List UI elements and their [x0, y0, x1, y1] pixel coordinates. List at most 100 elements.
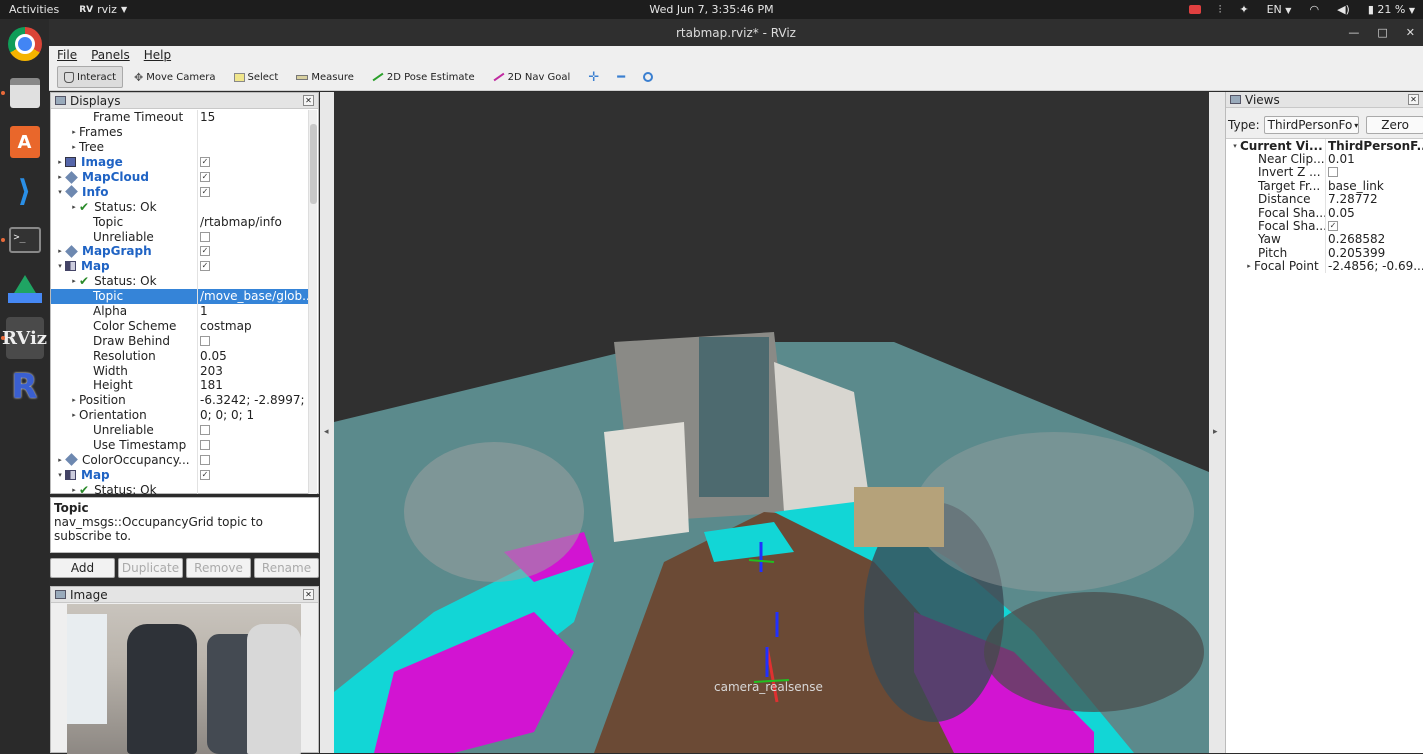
expanded-arrow-icon[interactable]: ▾	[1230, 142, 1240, 150]
view-property-value[interactable]: 7.28772	[1325, 192, 1423, 206]
display-row-value[interactable]: ✓	[197, 169, 309, 185]
view-property-value[interactable]: 0.268582	[1325, 232, 1423, 247]
collapsed-arrow-icon[interactable]: ▸	[55, 456, 65, 464]
display-row[interactable]: Topic/move_base/glob...	[51, 288, 309, 304]
display-row[interactable]: ▸ ColorOccupancy...	[51, 452, 309, 468]
views-tree[interactable]: ▾ Current Vi... ThirdPersonF... Near Clip..…	[1226, 138, 1423, 753]
select-tool[interactable]: Select	[227, 66, 286, 88]
display-row-value[interactable]: ✓	[197, 258, 309, 274]
display-row[interactable]: ▸ Frames	[51, 124, 309, 140]
app-menu[interactable]: RV rviz ▼	[79, 3, 127, 16]
view-property-value[interactable]: base_link	[1325, 179, 1423, 193]
display-row[interactable]: ▸ Orientation 0; 0; 0; 1	[51, 407, 309, 423]
collapsed-arrow-icon[interactable]: ▸	[55, 247, 65, 255]
dock-google-drive[interactable]	[6, 268, 44, 310]
display-row-value[interactable]	[197, 124, 309, 140]
display-row-value[interactable]	[197, 229, 309, 245]
display-row[interactable]: ▸ MapCloud ✓	[51, 169, 309, 185]
collapsed-arrow-icon[interactable]: ▸	[1244, 262, 1254, 270]
display-row[interactable]: ▸ ✔ Status: Ok	[51, 199, 309, 215]
view-property-row[interactable]: Target Fr... base_link	[1226, 179, 1423, 193]
collapsed-arrow-icon[interactable]: ▸	[69, 128, 79, 136]
collapsed-arrow-icon[interactable]: ▸	[69, 143, 79, 151]
dock-r-app[interactable]: R	[6, 366, 44, 408]
screen-record-icon[interactable]	[1188, 5, 1201, 14]
display-row[interactable]: Unreliable	[51, 229, 309, 245]
view-property-row[interactable]: Near Clip... 0.01	[1226, 152, 1423, 166]
enabled-checkbox[interactable]: ✓	[200, 469, 210, 480]
view-property-value[interactable]	[1325, 165, 1423, 180]
display-row[interactable]: ▾ Map ✓	[51, 467, 309, 483]
display-row-value[interactable]	[197, 422, 309, 438]
view-property-row[interactable]: ▾ Current Vi... ThirdPersonF...	[1226, 139, 1423, 153]
display-row[interactable]: Topic/rtabmap/info	[51, 214, 309, 230]
view-property-value[interactable]: ✓	[1325, 219, 1423, 233]
display-row-value[interactable]: ✓	[197, 244, 309, 259]
maximize-icon[interactable]: □	[1377, 26, 1387, 39]
display-row-value[interactable]: 0.05	[197, 348, 309, 364]
right-panel-splitter[interactable]	[1209, 92, 1225, 753]
expanded-arrow-icon[interactable]: ▾	[55, 188, 65, 196]
measure-tool[interactable]: Measure	[289, 66, 361, 88]
display-row-value[interactable]	[197, 452, 309, 468]
display-row-value[interactable]: ✓	[197, 467, 309, 483]
window-title-bar[interactable]: rtabmap.rviz* - RViz — □ ✕	[49, 19, 1423, 46]
display-row-value[interactable]: 203	[197, 363, 309, 379]
display-row-value[interactable]: costmap	[197, 318, 309, 334]
enabled-checkbox[interactable]: ✓	[200, 261, 210, 272]
collapsed-arrow-icon[interactable]: ▸	[69, 277, 79, 285]
view-type-select[interactable]: ThirdPersonFo ▾	[1263, 116, 1360, 134]
views-panel-header[interactable]: Views ✕	[1226, 92, 1423, 108]
display-row[interactable]: Draw Behind	[51, 333, 309, 349]
enabled-checkbox[interactable]: ✓	[200, 246, 210, 257]
battery-indicator[interactable]: ▮ 21 % ▼	[1368, 3, 1415, 16]
display-row[interactable]: ▸ MapGraph ✓	[51, 244, 309, 259]
view-property-row[interactable]: ▸ Focal Point -2.4856; -0.69...	[1226, 259, 1423, 273]
display-row-value[interactable]: 1	[197, 303, 309, 319]
menu-panels[interactable]: Panels	[91, 48, 130, 62]
display-row-value[interactable]	[197, 437, 309, 453]
system-tray[interactable]: ⫶ ✦ EN ▼ ◠ ◀) ▮ 21 % ▼	[1188, 3, 1415, 17]
expanded-arrow-icon[interactable]: ▾	[55, 471, 65, 479]
collapsed-arrow-icon[interactable]: ▸	[69, 486, 79, 494]
display-row[interactable]: Color Scheme costmap	[51, 318, 309, 334]
display-row-value[interactable]	[197, 199, 309, 215]
display-row-value[interactable]: 181	[197, 378, 309, 393]
enabled-checkbox[interactable]	[200, 454, 210, 465]
dock-terminal[interactable]: >_	[0, 219, 44, 261]
clock[interactable]: Wed Jun 7, 3:35:46 PM	[649, 3, 773, 16]
collapsed-arrow-icon[interactable]: ▸	[69, 396, 79, 404]
volume-icon[interactable]: ◀)	[1337, 3, 1350, 16]
property-checkbox[interactable]	[1328, 167, 1338, 178]
display-row[interactable]: Alpha 1	[51, 303, 309, 319]
view-property-row[interactable]: Invert Z ...	[1226, 165, 1423, 180]
displays-tree[interactable]: Frame Timeout 15 ▸ Frames ▸ Tree ▸ Image ✓ ▸ MapCl…	[51, 110, 309, 494]
view-property-row[interactable]: Focal Sha... ✓	[1226, 219, 1423, 233]
close-icon[interactable]: ✕	[303, 589, 314, 600]
display-row-value[interactable]: /move_base/glob...	[197, 288, 309, 304]
enabled-checkbox[interactable]: ✓	[200, 157, 210, 168]
enabled-checkbox[interactable]	[200, 335, 210, 346]
view-property-row[interactable]: Yaw 0.268582	[1226, 232, 1423, 247]
dock-software[interactable]: A	[6, 121, 44, 163]
collapsed-arrow-icon[interactable]: ▸	[55, 173, 65, 181]
display-row-value[interactable]: 15	[197, 110, 309, 125]
extension-icon[interactable]: ✦	[1239, 3, 1248, 16]
display-row[interactable]: ▸ ✔ Status: Ok	[51, 482, 309, 494]
display-row[interactable]: ▸ ✔ Status: Ok	[51, 273, 309, 289]
displays-panel-header[interactable]: Displays ✕	[51, 93, 318, 109]
enabled-checkbox[interactable]	[200, 440, 210, 451]
view-property-value[interactable]: 0.205399	[1325, 246, 1423, 260]
wifi-icon[interactable]: ◠	[1309, 3, 1319, 16]
display-row-value[interactable]: 0; 0; 0; 1	[197, 407, 309, 423]
view-property-row[interactable]: Pitch 0.205399	[1226, 246, 1423, 260]
zero-button[interactable]: Zero	[1366, 116, 1423, 134]
scrollbar-thumb[interactable]	[310, 124, 317, 204]
display-row[interactable]: Unreliable	[51, 422, 309, 438]
display-row[interactable]: ▸ Tree	[51, 139, 309, 155]
add-tool-button[interactable]: ✛	[581, 66, 606, 88]
display-row-value[interactable]	[197, 273, 309, 289]
dock-files[interactable]	[0, 72, 44, 114]
display-row-value[interactable]: /rtabmap/info	[197, 214, 309, 230]
display-row-value[interactable]: ✓	[197, 184, 309, 200]
